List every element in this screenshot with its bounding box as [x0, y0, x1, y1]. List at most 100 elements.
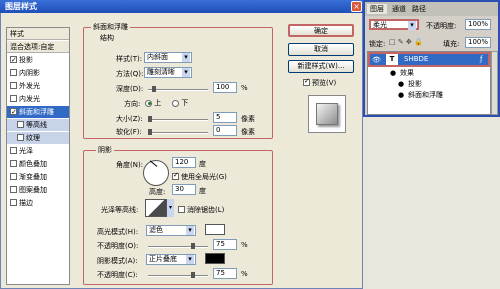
preview-label: 预览(V) — [312, 79, 337, 87]
shadow-opacity-knob[interactable] — [191, 272, 195, 278]
eye-icon[interactable]: ● — [398, 79, 404, 90]
checkbox-unchecked-icon[interactable] — [17, 120, 24, 128]
altitude-input[interactable]: 30 — [172, 184, 196, 195]
checkbox-checked-icon[interactable] — [303, 77, 310, 86]
style-list-item[interactable]: 外发光 — [7, 80, 69, 92]
checkbox-unchecked-icon[interactable] — [178, 205, 185, 213]
angle-input[interactable]: 120 — [172, 157, 196, 168]
method-select[interactable]: 雕刻清晰 — [144, 67, 192, 78]
direction-up-radio[interactable]: 上 — [145, 98, 161, 108]
checkbox-unchecked-icon[interactable] — [10, 172, 17, 180]
checkbox-unchecked-icon[interactable] — [10, 185, 17, 193]
depth-unit: % — [241, 84, 248, 92]
shadow-color-swatch[interactable] — [205, 253, 225, 264]
effect-row-bevel[interactable]: ● 斜面和浮雕 — [368, 90, 499, 101]
new-style-button[interactable]: 新建样式(W)... — [288, 60, 354, 73]
shading-group-title: 阴影 — [96, 145, 114, 155]
tab-channels[interactable]: 通道 — [389, 4, 409, 14]
angle-dial[interactable] — [143, 160, 169, 186]
layers-panel: 图层 通道 路径 柔光 不透明度: 100% 锁定: □ ✎ ✥ 🔒 填充: 1… — [363, 0, 500, 117]
style-list-item[interactable]: 描边 — [7, 197, 69, 209]
checkbox-unchecked-icon[interactable] — [10, 159, 17, 167]
effects-row[interactable]: ● 效果 — [368, 68, 499, 79]
global-light-checkbox[interactable]: 使用全局光(G) — [172, 171, 227, 182]
style-list-item-label: 投影 — [19, 56, 33, 64]
checkbox-unchecked-icon[interactable] — [10, 68, 17, 76]
gloss-contour-swatch[interactable] — [145, 199, 167, 217]
style-list-item-label: 描边 — [19, 199, 33, 207]
highlight-mode-select[interactable]: 滤色 — [146, 225, 196, 236]
antialias-checkbox[interactable]: 消除锯齿(L) — [178, 205, 224, 215]
highlight-color-swatch[interactable] — [205, 224, 225, 235]
depth-slider-knob[interactable] — [152, 86, 156, 92]
fill-input[interactable]: 100% — [465, 37, 491, 48]
style-list-item[interactable]: 渐变叠加 — [7, 171, 69, 183]
opacity-input[interactable]: 100% — [465, 19, 491, 30]
style-list-item[interactable]: 等高线 — [7, 119, 69, 131]
style-list-item[interactable]: 混合选项:自定 — [7, 41, 69, 53]
style-list-item[interactable]: 纹理 — [7, 132, 69, 144]
soften-input[interactable]: 0 — [213, 125, 237, 136]
close-button[interactable]: × — [351, 1, 362, 12]
blend-mode-select[interactable]: 柔光 — [369, 19, 419, 30]
preview-bevel-shape — [316, 103, 338, 125]
direction-down-label: 下 — [181, 99, 189, 107]
checkbox-checked-icon[interactable] — [172, 171, 179, 180]
size-unit: 像素 — [241, 115, 255, 123]
shadow-opacity-input[interactable]: 75 — [213, 268, 237, 279]
highlight-opacity-label: 不透明度(O): — [97, 242, 139, 250]
checkbox-unchecked-icon[interactable] — [10, 81, 17, 89]
ok-button[interactable]: 确定 — [288, 24, 354, 37]
radio-off-icon[interactable] — [172, 99, 179, 107]
depth-slider[interactable] — [148, 86, 208, 92]
style-list-item[interactable]: 光泽 — [7, 145, 69, 157]
size-slider-knob[interactable] — [148, 116, 152, 122]
style-list-item-label: 外发光 — [19, 82, 40, 90]
layers-scrollbar[interactable] — [491, 51, 498, 115]
antialias-label: 消除锯齿(L) — [187, 206, 225, 214]
shadow-mode-label: 阴影模式(A): — [97, 257, 138, 265]
eye-icon[interactable]: ● — [398, 90, 404, 101]
radio-on-icon[interactable] — [145, 99, 152, 107]
preview-checkbox[interactable]: 预览(V) — [303, 77, 337, 88]
gloss-contour-dropdown-icon[interactable]: ▾ — [167, 199, 174, 217]
style-list: 样式混合选项:自定投影内阴影外发光内发光斜面和浮雕等高线纹理光泽颜色叠加渐变叠加… — [6, 27, 70, 285]
style-list-item[interactable]: 图案叠加 — [7, 184, 69, 196]
highlight-opacity-unit: % — [241, 241, 248, 249]
highlight-opacity-slider[interactable] — [148, 243, 208, 249]
style-list-item[interactable]: 斜面和浮雕 — [7, 106, 69, 118]
highlight-opacity-knob[interactable] — [191, 243, 195, 249]
style-list-item-label: 内阴影 — [19, 69, 40, 77]
checkbox-checked-icon[interactable] — [10, 106, 17, 118]
style-list-item[interactable]: 内阴影 — [7, 67, 69, 79]
checkbox-unchecked-icon[interactable] — [10, 94, 17, 102]
size-slider[interactable] — [148, 116, 208, 122]
soften-slider[interactable] — [148, 129, 208, 135]
checkbox-checked-icon[interactable] — [10, 54, 17, 66]
direction-down-radio[interactable]: 下 — [172, 98, 188, 108]
lock-icons[interactable]: □ ✎ ✥ 🔒 — [389, 38, 423, 46]
soften-slider-knob[interactable] — [148, 129, 152, 135]
depth-input[interactable]: 100 — [213, 82, 237, 93]
eye-icon[interactable]: 👁 — [372, 55, 381, 66]
highlight-opacity-input[interactable]: 75 — [213, 239, 237, 250]
style-list-item-label: 斜面和浮雕 — [19, 108, 54, 116]
effect-row-drop-shadow[interactable]: ● 投影 — [368, 79, 499, 90]
style-list-item[interactable]: 内发光 — [7, 93, 69, 105]
shadow-opacity-slider[interactable] — [148, 272, 208, 278]
shadow-mode-select[interactable]: 正片叠底 — [146, 254, 196, 265]
size-input[interactable]: 5 — [213, 112, 237, 123]
tab-layers[interactable]: 图层 — [367, 4, 387, 14]
style-select[interactable]: 内斜面 — [144, 52, 192, 63]
layer-row-shbde[interactable]: 👁 T SHBDE ƒ — [368, 52, 490, 67]
checkbox-unchecked-icon[interactable] — [10, 146, 17, 154]
style-list-item[interactable]: 样式 — [7, 28, 69, 40]
cancel-button[interactable]: 取消 — [288, 43, 354, 56]
style-list-item-label: 颜色叠加 — [19, 160, 47, 168]
eye-icon[interactable]: ● — [390, 68, 396, 79]
checkbox-unchecked-icon[interactable] — [17, 133, 24, 141]
checkbox-unchecked-icon[interactable] — [10, 198, 17, 206]
style-list-item[interactable]: 颜色叠加 — [7, 158, 69, 170]
tab-paths[interactable]: 路径 — [409, 4, 429, 14]
style-list-item[interactable]: 投影 — [7, 54, 69, 66]
